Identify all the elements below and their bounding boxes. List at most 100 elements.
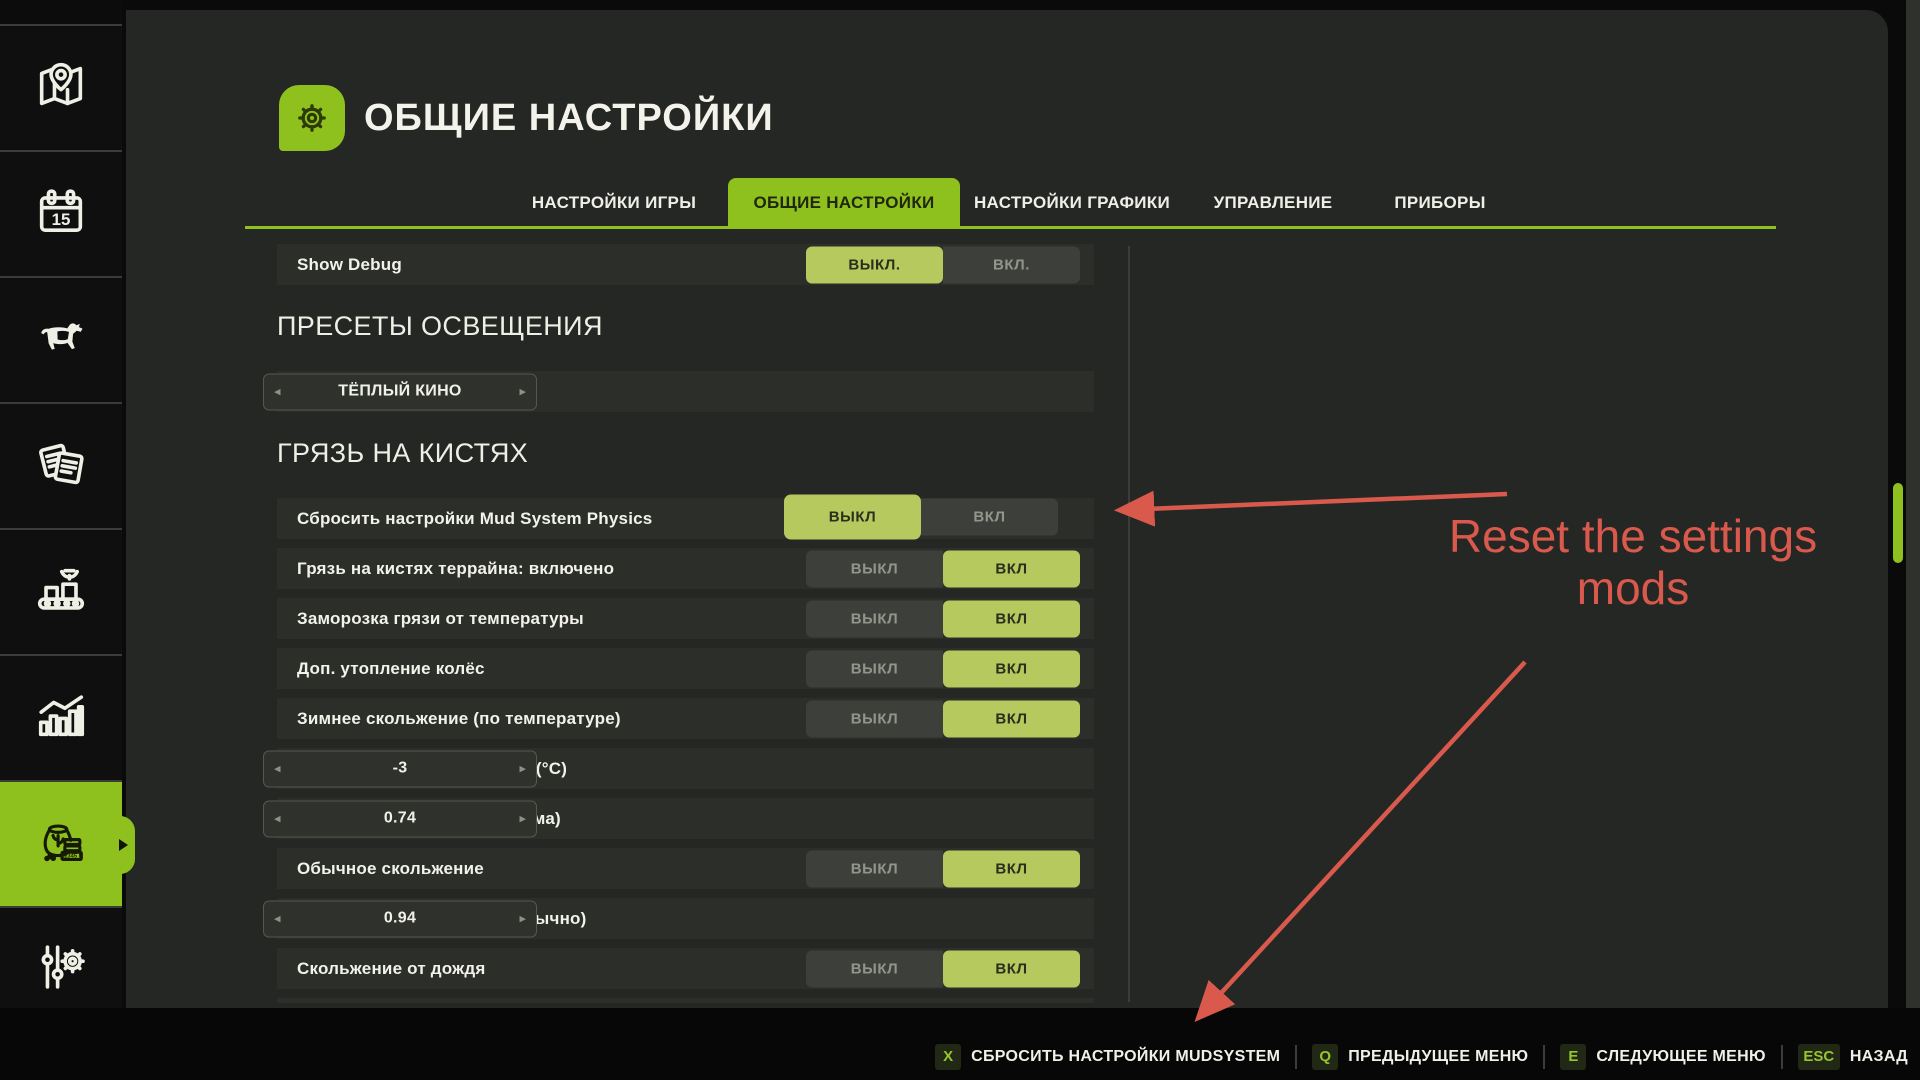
toggle-off-button[interactable]: ВЫКЛ — [806, 700, 943, 737]
toggle-off-button[interactable]: ВЫКЛ — [806, 600, 943, 637]
value-selector: ◂0.74▸ — [263, 800, 537, 837]
toggle-on-button[interactable]: ВКЛ. — [943, 246, 1080, 283]
setting-row[interactable]: Порог зимнего скольжения (°C)◂-3▸ — [277, 748, 1094, 789]
selector-value: ТЁПЛЫЙ КИНО — [264, 374, 536, 409]
settings-gear-badge — [279, 85, 345, 151]
setting-label: Скольжение от дождя — [297, 959, 485, 979]
hint-label: НАЗАД — [1850, 1048, 1908, 1066]
tab-2[interactable]: НАСТРОЙКИ ГРАФИКИ — [962, 178, 1182, 228]
toggle-off-button[interactable]: ВЫКЛ — [806, 950, 943, 987]
animals-icon — [32, 309, 90, 372]
sidebar-item-calendar[interactable]: 15 — [0, 150, 122, 276]
key-hint[interactable]: E СЛЕДУЮЩЕЕ МЕНЮ — [1560, 1044, 1765, 1070]
toggle-on-button[interactable]: ВКЛ — [943, 650, 1080, 687]
sidebar-item-prices[interactable]: 12345 L — [0, 780, 122, 908]
key-hint[interactable]: XСБРОСИТЬ НАСТРОЙКИ MUDSYSTEM — [935, 1044, 1280, 1070]
svg-text:15: 15 — [52, 210, 71, 229]
setting-row[interactable]: Скольжение от дождя ВЫКЛВКЛ — [277, 948, 1094, 989]
toggle-on-button[interactable]: ВКЛ — [943, 950, 1080, 987]
hint-label: СЛЕДУЮЩЕЕ МЕНЮ — [1596, 1048, 1765, 1066]
key-badge: E — [1560, 1044, 1586, 1070]
annotation-text: Reset the settings mods — [1408, 510, 1858, 614]
selector-next-icon[interactable]: ▸ — [519, 374, 526, 409]
key-hint[interactable]: ESC НАЗАД — [1798, 1044, 1908, 1070]
contracts-icon — [32, 435, 90, 498]
setting-row[interactable]: Обычное скольжение ВЫКЛВКЛ — [277, 848, 1094, 889]
setting-label: Заморозка грязи от температуры — [297, 609, 584, 629]
setting-row[interactable]: Сбросить настройки Mud System Physics ВЫК… — [277, 498, 1094, 539]
selector-value: 0.94 — [264, 901, 536, 936]
setting-row[interactable]: Множитель скольжения (зима)◂0.74▸ — [277, 798, 1094, 839]
gear-icon — [289, 95, 335, 141]
footer-bar: XСБРОСИТЬ НАСТРОЙКИ MUDSYSTEM Q ПРЕДЫДУЩЕЕ… — [0, 1008, 1920, 1080]
page-title: ОБЩИЕ НАСТРОЙКИ — [364, 94, 774, 142]
setting-label: Обычное скольжение — [297, 859, 484, 879]
toggle-on-button[interactable]: ВКЛ — [943, 850, 1080, 887]
hint-divider — [1295, 1045, 1297, 1069]
setting-row[interactable]: Заморозка грязи от температуры ВЫКЛВКЛ — [277, 598, 1094, 639]
setting-label: Show Debug — [297, 255, 402, 275]
map-icon — [32, 57, 90, 120]
selector-next-icon[interactable]: ▸ — [519, 751, 526, 786]
setting-row[interactable]: Пресет◂ТЁПЛЫЙ КИНО▸ — [277, 371, 1094, 412]
sidebar-item-production[interactable] — [0, 528, 122, 654]
toggle-off-button[interactable]: ВЫКЛ. — [806, 246, 943, 283]
tab-underline — [245, 226, 1776, 229]
selector-value: 0.74 — [264, 801, 536, 836]
tab-3[interactable]: УПРАВЛЕНИЕ — [1183, 178, 1363, 228]
toggle-off-button[interactable]: ВЫКЛ — [806, 550, 943, 587]
section-title: ПРЕСЕТЫ ОСВЕЩЕНИЯ — [277, 309, 1094, 343]
calendar-icon: 15 — [32, 183, 90, 246]
toggle: ВЫКЛВКЛ — [784, 498, 1058, 539]
sidebar-item-map[interactable] — [0, 24, 122, 150]
scrollbar-thumb[interactable] — [1893, 483, 1903, 563]
toggle-on-button[interactable]: ВКЛ — [943, 700, 1080, 737]
toggle: ВЫКЛВКЛ — [806, 600, 1080, 637]
key-hint[interactable]: Q ПРЕДЫДУЩЕЕ МЕНЮ — [1312, 1044, 1528, 1070]
value-selector: ◂ТЁПЛЫЙ КИНО▸ — [263, 373, 537, 410]
key-badge: X — [935, 1044, 961, 1070]
setting-row-clipped — [277, 998, 1094, 1003]
sidebar-item-contracts[interactable] — [0, 402, 122, 528]
game-settings-icon — [32, 938, 90, 1001]
game-settings-screen: ОБЩИЕ НАСТРОЙКИ НАСТРОЙКИ ИГРЫ ОБЩИЕ НАСТ… — [0, 0, 1920, 1080]
setting-label: Зимнее скольжение (по температуре) — [297, 709, 621, 729]
hint-divider — [1781, 1045, 1783, 1069]
toggle-off-button[interactable]: ВЫКЛ — [806, 650, 943, 687]
hint-label: ПРЕДЫДУЩЕЕ МЕНЮ — [1348, 1048, 1528, 1066]
sidebar-item-statistics[interactable] — [0, 654, 122, 780]
prices-icon: 12345 L — [32, 814, 90, 877]
window-edge-strip — [1906, 0, 1920, 1080]
key-badge: ESC — [1798, 1044, 1840, 1070]
toggle-on-button[interactable]: ВКЛ — [943, 550, 1080, 587]
tab-1[interactable]: ОБЩИЕ НАСТРОЙКИ — [728, 178, 960, 228]
toggle: ВЫКЛ.ВКЛ. — [806, 246, 1080, 283]
setting-label: Сбросить настройки Mud System Physics — [297, 509, 652, 529]
value-selector: ◂0.94▸ — [263, 900, 537, 937]
toggle-on-button[interactable]: ВКЛ — [921, 498, 1058, 535]
setting-label: Грязь на кистях террайна: включено — [297, 559, 614, 579]
tab-0[interactable]: НАСТРОЙКИ ИГРЫ — [514, 178, 714, 228]
toggle: ВЫКЛВКЛ — [806, 950, 1080, 987]
toggle-off-button[interactable]: ВЫКЛ — [784, 494, 921, 539]
footer-hints: XСБРОСИТЬ НАСТРОЙКИ MUDSYSTEM Q ПРЕДЫДУЩЕЕ… — [935, 1044, 1908, 1070]
svg-text:12345 L: 12345 L — [61, 853, 83, 859]
setting-row[interactable]: Доп. утопление колёс ВЫКЛВКЛ — [277, 648, 1094, 689]
setting-row[interactable]: Зимнее скольжение (по температуре) ВЫКЛВК… — [277, 698, 1094, 739]
toggle-on-button[interactable]: ВКЛ — [943, 600, 1080, 637]
selector-next-icon[interactable]: ▸ — [519, 801, 526, 836]
toggle: ВЫКЛВКЛ — [806, 850, 1080, 887]
tab-4[interactable]: ПРИБОРЫ — [1363, 178, 1517, 228]
toggle: ВЫКЛВКЛ — [806, 650, 1080, 687]
selector-next-icon[interactable]: ▸ — [519, 901, 526, 936]
sidebar: 15 12345 L — [0, 0, 122, 1080]
settings-list: Show Debug ВЫКЛ.ВКЛ. ПРЕСЕТЫ ОСВЕЩЕНИЯ Прес… — [277, 244, 1094, 1003]
hint-divider — [1543, 1045, 1545, 1069]
setting-row[interactable]: Show Debug ВЫКЛ.ВКЛ. — [277, 244, 1094, 285]
setting-label: Доп. утопление колёс — [297, 659, 485, 679]
setting-row[interactable]: Грязь на кистях террайна: включено ВЫКЛВК… — [277, 548, 1094, 589]
setting-row[interactable]: Множитель скольжения (обычно)◂0.94▸ — [277, 898, 1094, 939]
toggle-off-button[interactable]: ВЫКЛ — [806, 850, 943, 887]
key-badge: Q — [1312, 1044, 1338, 1070]
sidebar-item-animals[interactable] — [0, 276, 122, 402]
